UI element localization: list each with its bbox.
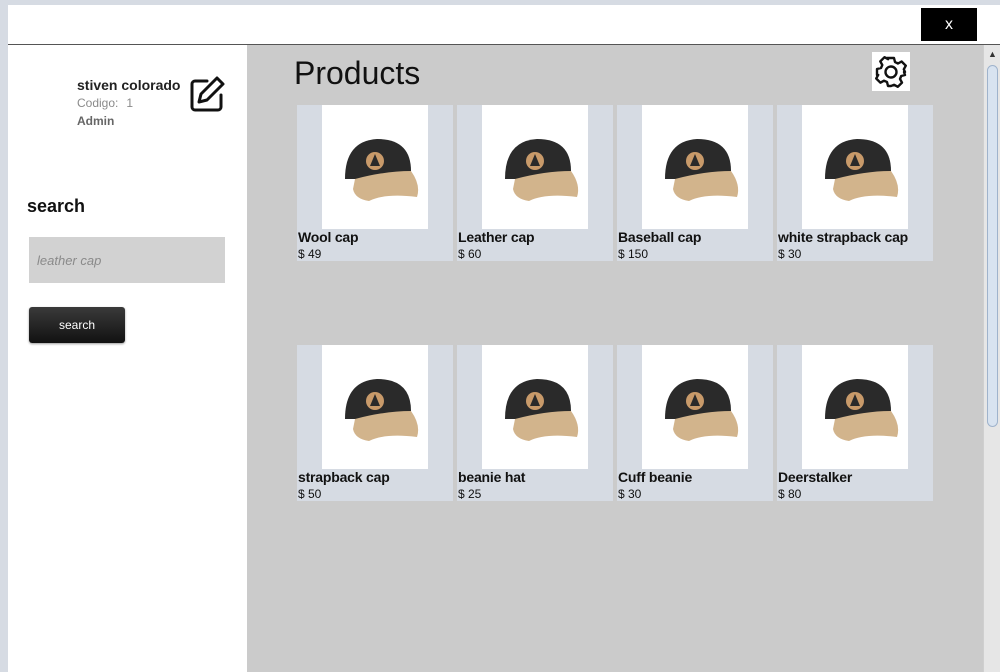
product-image[interactable] <box>642 105 748 229</box>
product-image[interactable] <box>802 105 908 229</box>
product-name: beanie hat <box>458 469 526 485</box>
product-price: $ 80 <box>778 487 802 501</box>
product-image[interactable] <box>482 345 588 469</box>
product-image[interactable] <box>802 345 908 469</box>
search-heading: search <box>27 196 86 216</box>
edit-icon[interactable] <box>187 75 227 115</box>
product-image[interactable] <box>322 105 428 229</box>
settings-button[interactable] <box>872 52 910 91</box>
products-panel: Products Wool cap $ 49 Leather cap $ 60 <box>247 45 983 672</box>
product-price: $ 150 <box>618 247 649 261</box>
product-image[interactable] <box>642 345 748 469</box>
sidebar: stiven colorado Codigo: 1 Admin search se… <box>8 45 247 672</box>
scrollbar-thumb[interactable] <box>987 65 998 427</box>
product-image[interactable] <box>482 105 588 229</box>
product-name: strapback cap <box>298 469 390 485</box>
product-card[interactable]: Leather cap $ 60 <box>457 105 613 261</box>
product-name: Leather cap <box>458 229 535 245</box>
title-bar: x <box>8 5 1000 45</box>
product-card[interactable]: strapback cap $ 50 <box>297 345 453 501</box>
product-price: $ 30 <box>618 487 642 501</box>
product-grid: Wool cap $ 49 Leather cap $ 60 Baseball … <box>297 105 933 501</box>
product-card[interactable]: white strapback cap $ 30 <box>777 105 933 261</box>
product-card[interactable]: Cuff beanie $ 30 <box>617 345 773 501</box>
search-button[interactable]: search <box>29 307 125 343</box>
vertical-scrollbar[interactable]: ▲ <box>983 45 1000 672</box>
product-image[interactable] <box>322 345 428 469</box>
product-name: Cuff beanie <box>618 469 693 485</box>
search-input[interactable] <box>29 237 225 283</box>
product-price: $ 30 <box>778 247 802 261</box>
user-code-label: Codigo: <box>77 96 119 110</box>
product-card[interactable]: Deerstalker $ 80 <box>777 345 933 501</box>
product-name: Wool cap <box>298 229 359 245</box>
page-title: Products <box>294 55 421 91</box>
user-name: stiven colorado <box>77 77 181 93</box>
product-price: $ 49 <box>298 247 322 261</box>
user-role: Admin <box>77 114 115 128</box>
gear-icon <box>875 55 907 88</box>
product-price: $ 60 <box>458 247 482 261</box>
product-price: $ 25 <box>458 487 482 501</box>
product-card[interactable]: Baseball cap $ 150 <box>617 105 773 261</box>
product-name: Deerstalker <box>778 469 853 485</box>
product-name: white strapback cap <box>778 229 909 245</box>
product-card[interactable]: beanie hat $ 25 <box>457 345 613 501</box>
product-name: Baseball cap <box>618 229 702 245</box>
user-code: Codigo: 1 <box>77 96 133 110</box>
product-card[interactable]: Wool cap $ 49 <box>297 105 453 261</box>
window-left-border <box>0 5 8 672</box>
product-price: $ 50 <box>298 487 322 501</box>
user-code-value: 1 <box>126 96 134 110</box>
close-button[interactable]: x <box>921 8 977 41</box>
scroll-up-arrow-icon[interactable]: ▲ <box>984 45 1000 62</box>
